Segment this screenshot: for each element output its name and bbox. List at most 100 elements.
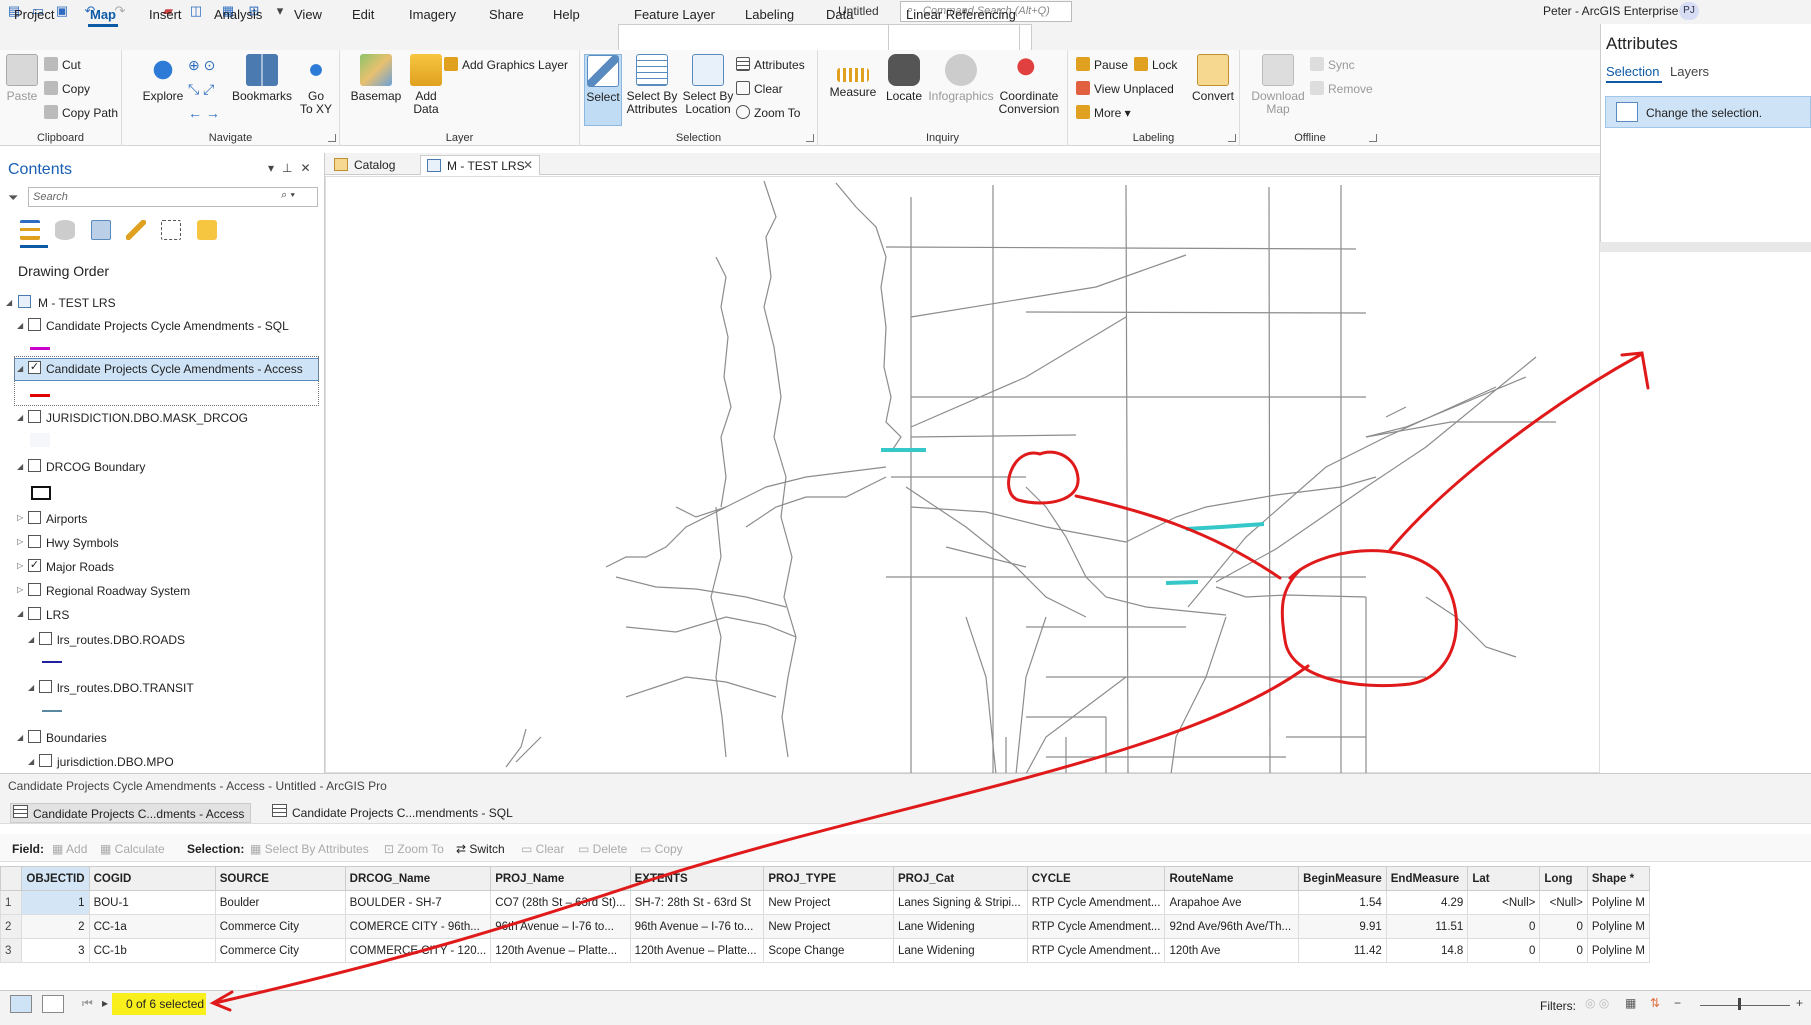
tab-map-view[interactable]: M - TEST LRS ✕: [420, 155, 540, 175]
expand-icon[interactable]: ◢: [28, 757, 34, 766]
attributes-tab-selection[interactable]: Selection: [1606, 64, 1659, 79]
bookmarks-button[interactable]: Bookmarks: [230, 54, 294, 103]
layer-visibility-checkbox[interactable]: ✓: [28, 559, 41, 572]
table-cell[interactable]: 0: [1539, 938, 1588, 963]
column-header[interactable]: Lat: [1467, 866, 1541, 891]
layer-visibility-checkbox[interactable]: [39, 680, 52, 693]
show-all-records-icon[interactable]: [10, 995, 32, 1013]
change-selection-button[interactable]: Change the selection.: [1605, 96, 1811, 128]
table-cell[interactable]: Arapahoe Ave: [1164, 890, 1300, 915]
layer-symbol[interactable]: [30, 433, 50, 447]
toc-layer-airports[interactable]: Airports: [46, 512, 87, 526]
clear-selection-button[interactable]: Clear: [736, 80, 783, 98]
layer-symbol[interactable]: [42, 710, 62, 712]
tab-data[interactable]: Data: [826, 7, 853, 22]
table-cell[interactable]: BOU-1: [88, 890, 216, 915]
toc-layer-hwy-symbols[interactable]: Hwy Symbols: [46, 536, 119, 550]
pane-controls-icon[interactable]: ▾⊥✕: [268, 161, 319, 175]
measure-button[interactable]: Measure: [828, 54, 878, 99]
toc-layer-mask[interactable]: JURISDICTION.DBO.MASK_DRCOG: [46, 411, 248, 425]
add-field-button[interactable]: ▦ Add: [52, 842, 87, 856]
layer-visibility-checkbox[interactable]: ✓: [28, 361, 41, 374]
tab-help[interactable]: Help: [553, 7, 580, 22]
user-avatar[interactable]: PJ: [1679, 2, 1699, 20]
row-number[interactable]: 2: [0, 914, 23, 939]
sort-icon[interactable]: ⇅: [1650, 996, 1660, 1010]
table-tab-access[interactable]: Candidate Projects C...dments - Access: [10, 803, 252, 823]
fixed-zoom-icon[interactable]: ⤡ ⤢: [188, 80, 214, 98]
expand-icon[interactable]: ◢: [17, 462, 23, 471]
go-to-xy-button[interactable]: Go To XY: [298, 54, 334, 116]
table-cell[interactable]: 0: [1467, 914, 1541, 939]
table-cell[interactable]: Lane Widening: [892, 914, 1028, 939]
view-unplaced-button[interactable]: View Unplaced: [1076, 80, 1174, 98]
selection-launcher-icon[interactable]: [806, 134, 814, 142]
show-selected-records-icon[interactable]: [42, 995, 64, 1013]
layer-visibility-checkbox[interactable]: [28, 318, 41, 331]
column-header[interactable]: COGID: [88, 866, 216, 891]
select-by-location-button[interactable]: Select By Location: [680, 54, 736, 116]
convert-button[interactable]: Convert: [1188, 54, 1238, 103]
table-cell[interactable]: New Project: [763, 890, 894, 915]
tab-insert[interactable]: Insert: [149, 7, 182, 22]
expand-icon[interactable]: ◢: [17, 413, 23, 422]
basemap-button[interactable]: Basemap: [348, 54, 404, 103]
select-by-attributes-button[interactable]: Select By Attributes: [624, 54, 680, 116]
expand-icon[interactable]: ◢: [17, 364, 23, 373]
table-cell[interactable]: RTP Cycle Amendment...: [1026, 914, 1166, 939]
row-number[interactable]: 1: [0, 890, 23, 915]
column-header[interactable]: RouteName: [1164, 866, 1300, 891]
selection-list-icon[interactable]: [90, 220, 111, 240]
toc-layer-lrs-transit[interactable]: lrs_routes.DBO.TRANSIT: [57, 681, 194, 695]
layer-visibility-checkbox[interactable]: [28, 583, 41, 596]
previous-next-extent-icon[interactable]: ← →: [188, 104, 220, 122]
table-cell[interactable]: 120th Avenue – Platte...: [629, 938, 765, 963]
table-cell[interactable]: Lane Widening: [892, 938, 1028, 963]
table-cell[interactable]: COMMERCE CITY - 120...: [344, 938, 492, 963]
column-header[interactable]: BeginMeasure: [1298, 866, 1387, 891]
tab-project[interactable]: Project: [14, 7, 54, 22]
table-cell[interactable]: 96th Avenue – I-76 to...: [629, 914, 765, 939]
zoom-out-icon[interactable]: −: [1674, 996, 1681, 1010]
layer-visibility-checkbox[interactable]: [28, 730, 41, 743]
tab-view[interactable]: View: [294, 7, 322, 22]
tab-linear-referencing[interactable]: Linear Referencing: [906, 7, 1016, 22]
add-data-button[interactable]: Add Data: [406, 54, 446, 116]
column-header[interactable]: Long: [1539, 866, 1588, 891]
tab-feature-layer[interactable]: Feature Layer: [634, 7, 715, 22]
table-cell[interactable]: RTP Cycle Amendment...: [1026, 938, 1166, 963]
copy-button[interactable]: Copy: [44, 80, 90, 98]
next-record-icon[interactable]: ▸: [102, 996, 108, 1010]
zoom-slider[interactable]: [1700, 1005, 1790, 1006]
switch-selection-button[interactable]: ⇄ Switch: [456, 842, 505, 856]
layer-visibility-checkbox[interactable]: [28, 607, 41, 620]
table-cell[interactable]: <Null>: [1539, 890, 1588, 915]
table-cell[interactable]: Commerce City: [214, 914, 346, 939]
column-header[interactable]: DRCOG_Name: [344, 866, 492, 891]
table-row[interactable]: 2 2 CC-1a Commerce City COMERCE CITY - 9…: [0, 914, 1651, 939]
expand-icon[interactable]: ◢: [17, 609, 23, 618]
table-cell[interactable]: CO7 (28th St – 63rd St)...: [490, 890, 631, 915]
table-cell[interactable]: COMERCE CITY - 96th...: [344, 914, 492, 939]
pause-labeling-button[interactable]: Pause: [1076, 56, 1128, 74]
table-cell[interactable]: 0: [1467, 938, 1541, 963]
table-cell[interactable]: 2: [21, 914, 90, 939]
copy-path-button[interactable]: Copy Path: [44, 104, 118, 122]
layer-visibility-checkbox[interactable]: [28, 535, 41, 548]
tab-map[interactable]: Map: [88, 7, 118, 27]
expand-icon[interactable]: ◢: [17, 321, 23, 330]
column-header[interactable]: EXTENTS: [629, 866, 765, 891]
row-number[interactable]: 3: [0, 938, 23, 963]
toc-layer-regional-roadway[interactable]: Regional Roadway System: [46, 584, 190, 598]
table-cell[interactable]: Scope Change: [763, 938, 894, 963]
labeling-launcher-icon[interactable]: [1228, 134, 1236, 142]
filter-icon[interactable]: ⏷: [8, 190, 18, 206]
column-header[interactable]: Shape *: [1586, 866, 1651, 891]
table-cell[interactable]: 14.8: [1385, 938, 1469, 963]
table-row[interactable]: 3 3 CC-1b Commerce City COMMERCE CITY - …: [0, 938, 1651, 963]
map-view[interactable]: [325, 176, 1600, 774]
toc-layer-drcog-boundary[interactable]: DRCOG Boundary: [46, 460, 145, 474]
offline-launcher-icon[interactable]: [1369, 134, 1377, 142]
sync-button[interactable]: Sync: [1310, 56, 1355, 74]
close-tab-icon[interactable]: ✕: [523, 158, 533, 172]
